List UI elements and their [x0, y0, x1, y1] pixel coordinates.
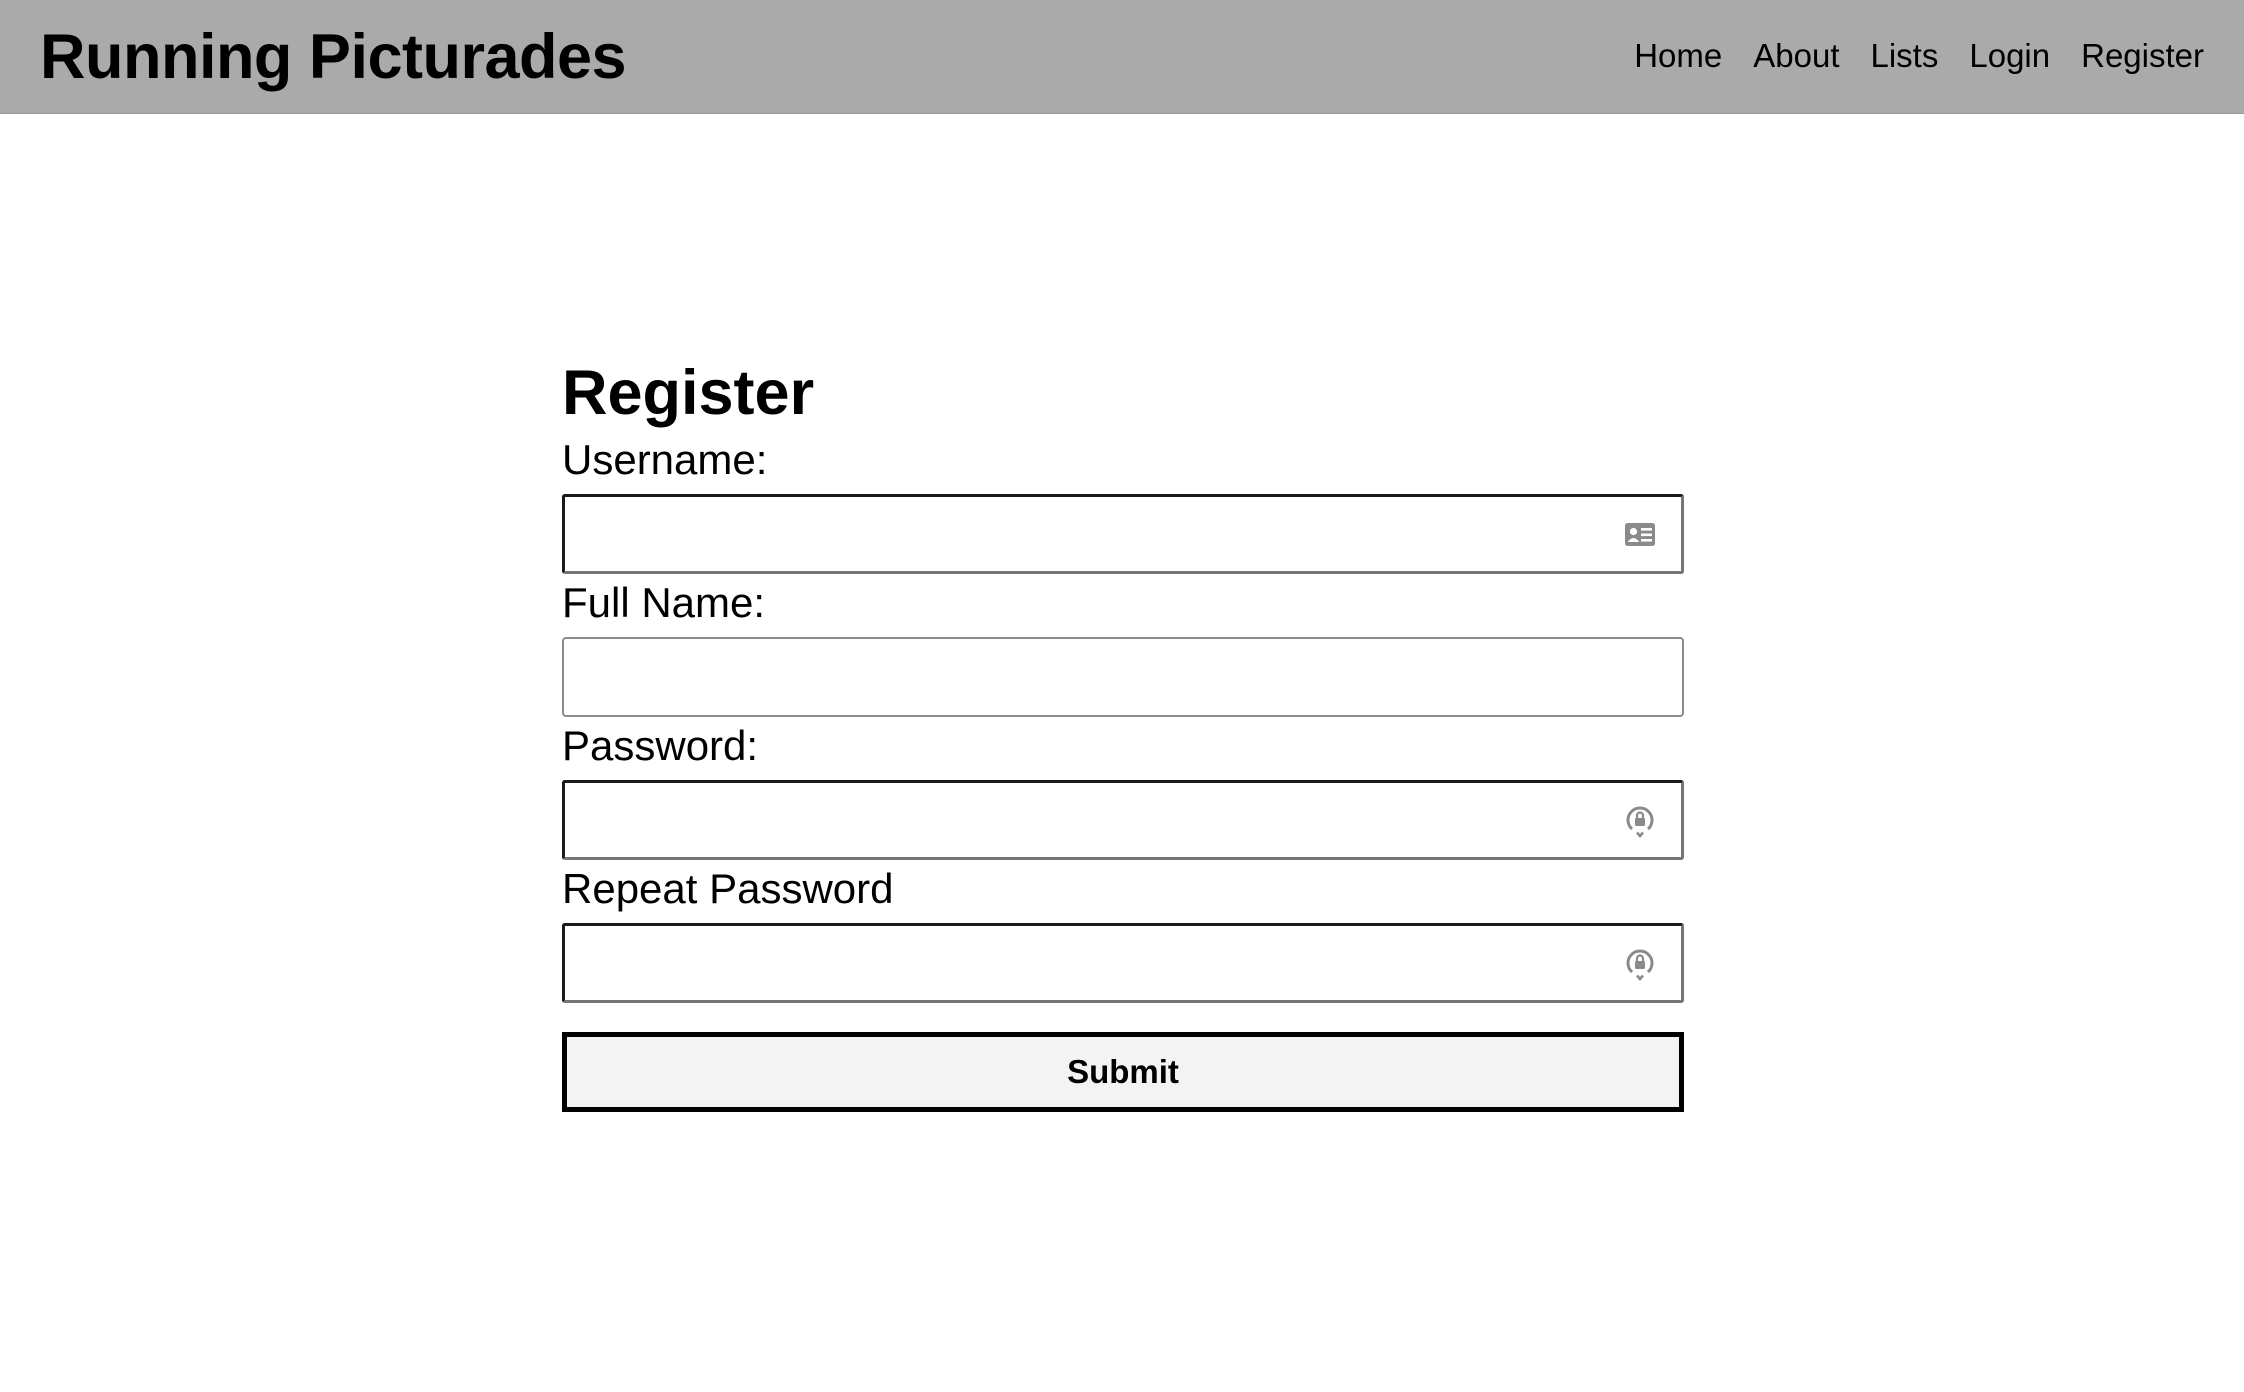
nav-link-register[interactable]: Register	[2081, 34, 2204, 78]
navbar: Running Picturades Home About Lists Logi…	[0, 0, 2244, 114]
username-field-wrapper	[562, 494, 1684, 574]
password-label: Password:	[562, 722, 759, 769]
nav-link-about[interactable]: About	[1753, 34, 1839, 78]
nav-links: Home About Lists Login Register	[1634, 34, 2204, 78]
password-key-icon[interactable]	[1622, 802, 1658, 838]
username-input[interactable]	[562, 494, 1684, 574]
nav-link-home[interactable]: Home	[1634, 34, 1722, 78]
username-label: Username:	[562, 436, 768, 483]
fullname-input[interactable]	[562, 637, 1684, 717]
contact-card-icon[interactable]	[1622, 516, 1658, 552]
password-key-icon[interactable]	[1622, 945, 1658, 981]
repeat-password-label: Repeat Password	[562, 865, 894, 912]
repeat-password-input[interactable]	[562, 923, 1684, 1003]
fullname-label: Full Name:	[562, 579, 766, 626]
site-brand[interactable]: Running Picturades	[40, 18, 627, 96]
password-field-wrapper	[562, 780, 1684, 860]
submit-button[interactable]: Submit	[562, 1032, 1684, 1112]
form-title: Register	[562, 358, 815, 428]
register-form: Register Username: Full Name: Password: …	[562, 355, 1684, 1112]
fullname-field-wrapper	[562, 637, 1684, 717]
repeat-password-field-wrapper	[562, 923, 1684, 1003]
password-input[interactable]	[562, 780, 1684, 860]
nav-link-login[interactable]: Login	[1969, 34, 2050, 78]
nav-link-lists[interactable]: Lists	[1871, 34, 1939, 78]
